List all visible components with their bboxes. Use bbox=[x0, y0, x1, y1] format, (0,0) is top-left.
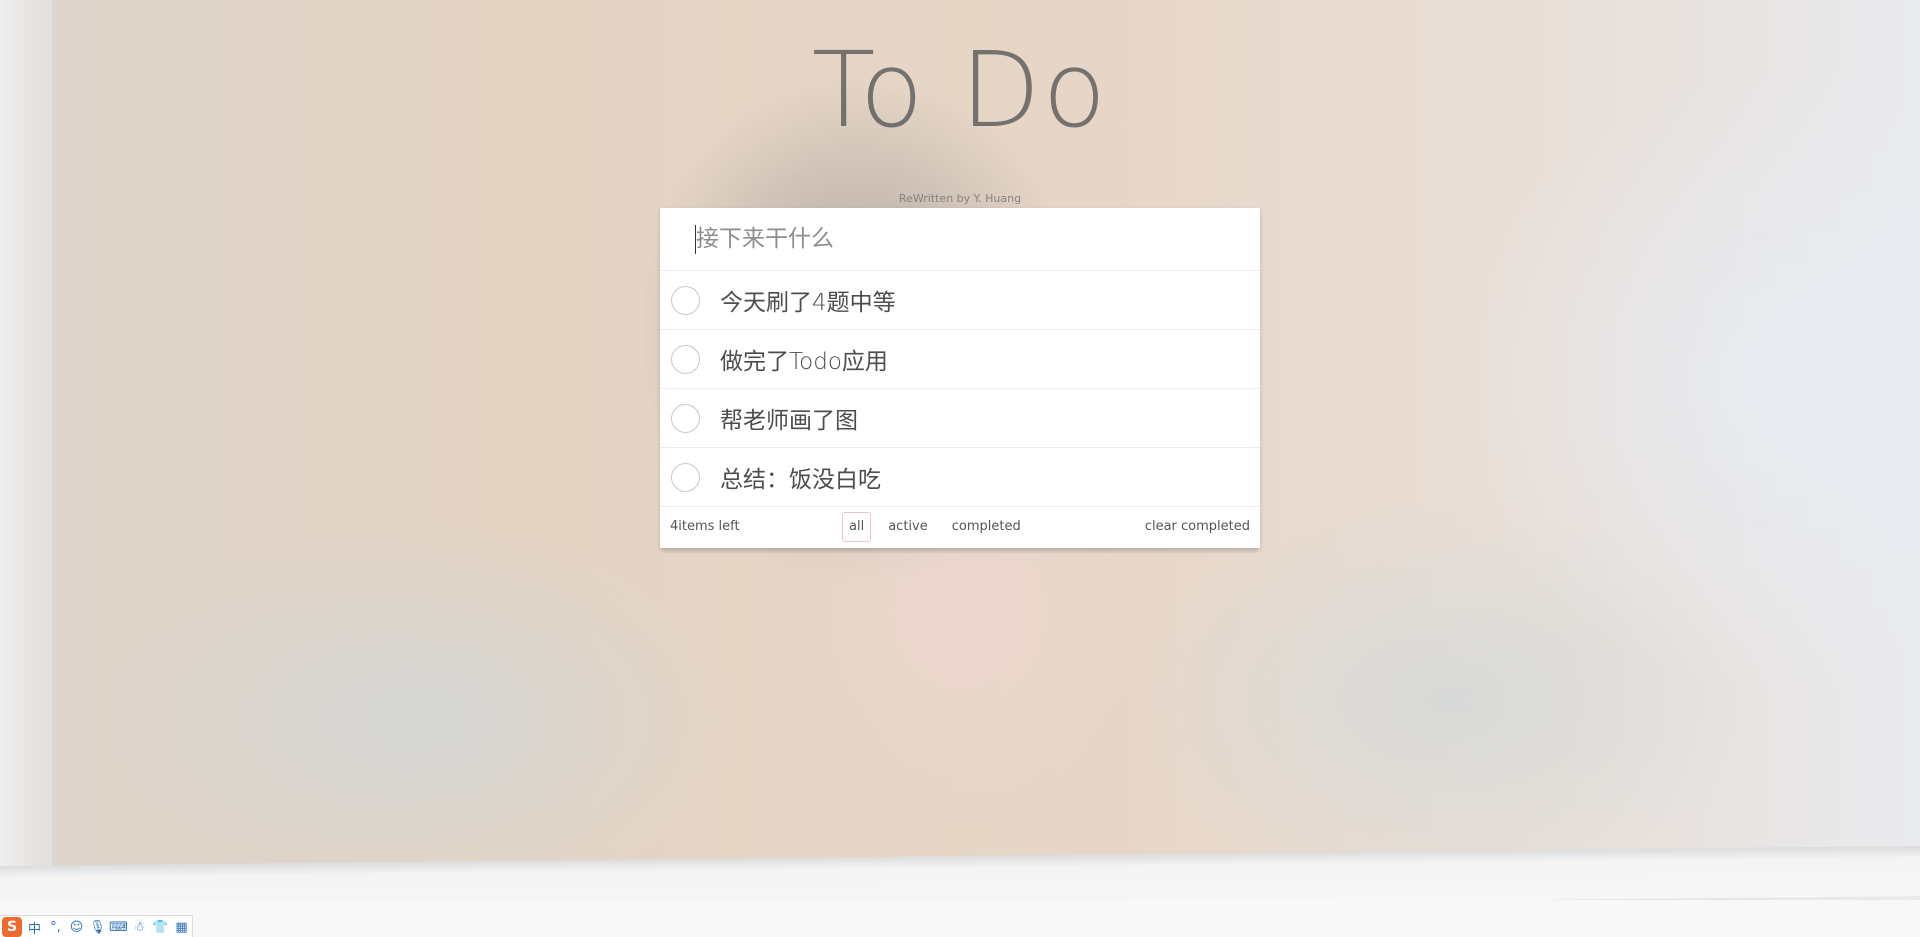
todo-list: 今天刷了4题中等 做完了Todo应用 帮老师画了图 总结：饭没白吃 bbox=[660, 271, 1260, 507]
todo-text[interactable]: 今天刷了4题中等 bbox=[720, 283, 896, 317]
todo-text[interactable]: 总结：饭没白吃 bbox=[720, 460, 881, 494]
chinese-mode-icon[interactable]: 中 bbox=[26, 918, 43, 937]
user-icon[interactable]: ☃ bbox=[131, 918, 148, 936]
filter-active[interactable]: active bbox=[881, 512, 935, 542]
microphone-icon[interactable]: 🎙 bbox=[89, 918, 106, 936]
punctuation-icon[interactable]: °, bbox=[47, 918, 64, 936]
background-bottom bbox=[0, 900, 1920, 937]
filter-all[interactable]: all bbox=[842, 512, 872, 542]
todo-item[interactable]: 帮老师画了图 bbox=[660, 389, 1260, 448]
todo-card: 今天刷了4题中等 做完了Todo应用 帮老师画了图 总结：饭没白吃 4items… bbox=[660, 208, 1260, 548]
todo-toggle-checkbox[interactable] bbox=[671, 285, 700, 315]
new-todo-wrapper bbox=[660, 208, 1260, 271]
todo-item[interactable]: 做完了Todo应用 bbox=[660, 330, 1260, 389]
app-title: To Do bbox=[811, 29, 1109, 151]
filter-completed[interactable]: completed bbox=[945, 512, 1028, 542]
todo-item[interactable]: 今天刷了4题中等 bbox=[660, 271, 1260, 330]
keyboard-icon[interactable]: ⌨ bbox=[109, 918, 128, 936]
sogou-logo-icon[interactable]: S bbox=[2, 917, 22, 937]
text-caret bbox=[695, 225, 696, 254]
items-left-count: 4items left bbox=[670, 519, 740, 534]
app-subtitle: ReWritten by Y. Huang bbox=[898, 192, 1022, 205]
clear-completed-button[interactable]: clear completed bbox=[1145, 519, 1250, 534]
toolbox-icon[interactable]: ▦ bbox=[173, 918, 190, 936]
ime-toolbar: S 中 °, ☺ 🎙 ⌨ ☃ 👕 ▦ bbox=[0, 915, 193, 937]
new-todo-input[interactable] bbox=[660, 208, 1260, 271]
todo-footer: 4items left all active completed clear c… bbox=[660, 507, 1260, 548]
filter-tabs: all active completed bbox=[842, 512, 1028, 542]
todo-toggle-checkbox[interactable] bbox=[671, 462, 700, 492]
todo-toggle-checkbox[interactable] bbox=[671, 344, 700, 374]
todo-item[interactable]: 总结：饭没白吃 bbox=[660, 448, 1260, 507]
todo-toggle-checkbox[interactable] bbox=[671, 403, 700, 433]
skin-icon[interactable]: 👕 bbox=[152, 918, 169, 936]
emoji-icon[interactable]: ☺ bbox=[68, 918, 85, 936]
todo-text[interactable]: 帮老师画了图 bbox=[720, 401, 858, 435]
todo-text[interactable]: 做完了Todo应用 bbox=[720, 342, 888, 376]
